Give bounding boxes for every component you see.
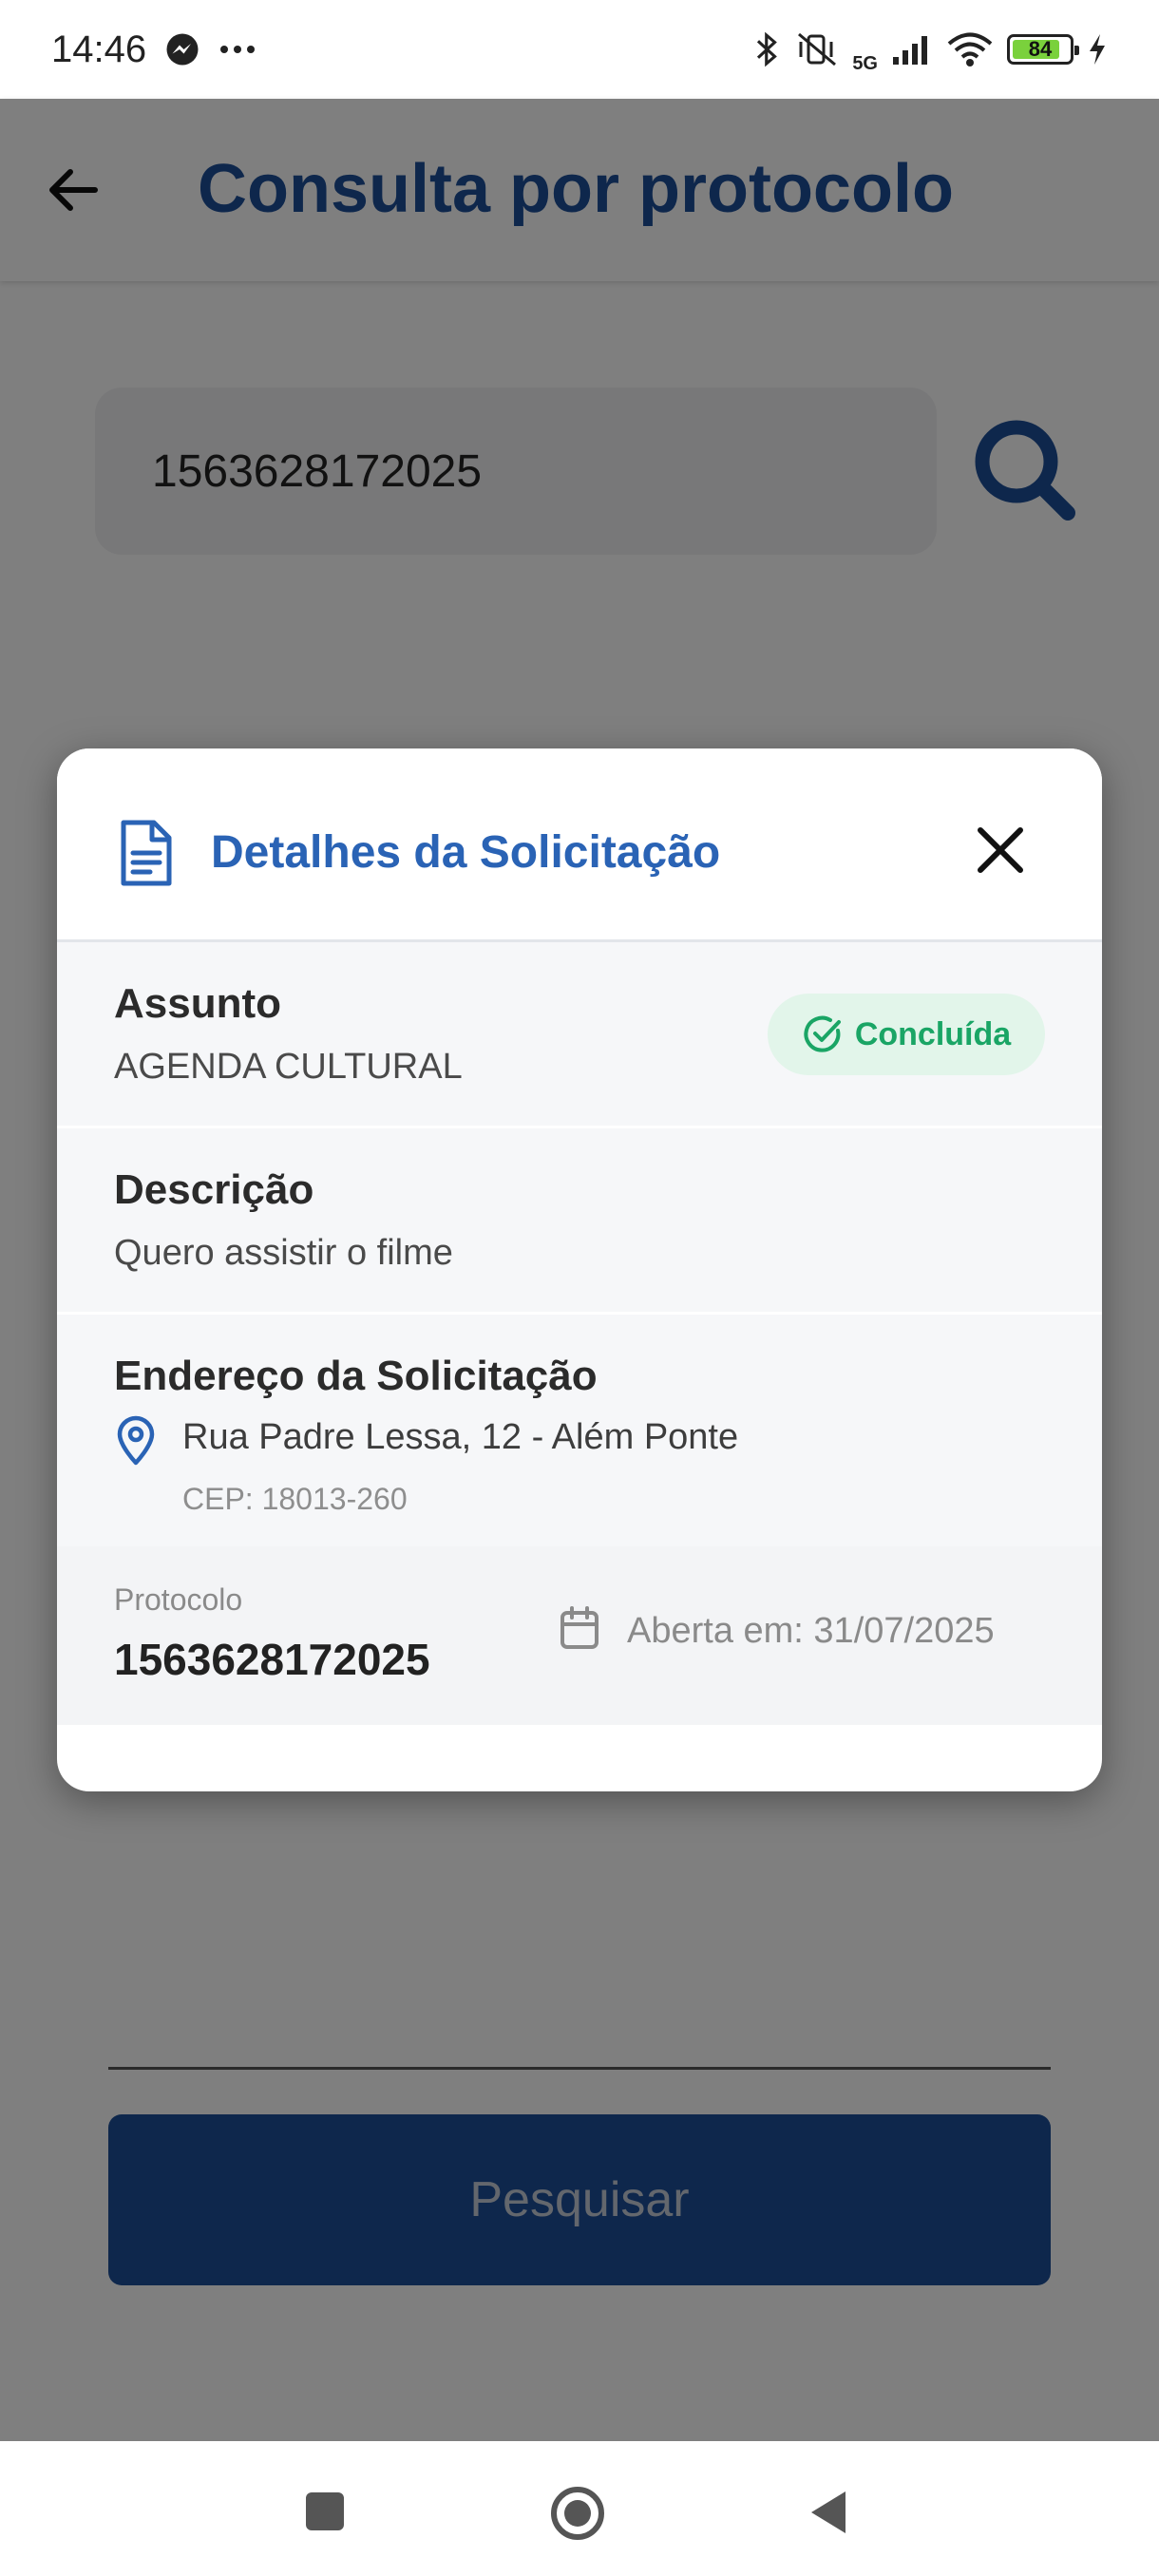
subject-value: AGENDA CULTURAL bbox=[114, 1047, 463, 1087]
status-bar: 14:46 5G 84 bbox=[0, 0, 1159, 99]
calendar-icon bbox=[560, 1606, 598, 1649]
check-circle-icon bbox=[804, 1015, 841, 1052]
description-label: Descrição bbox=[114, 1166, 314, 1213]
more-icon bbox=[220, 46, 256, 53]
vibrate-off-icon bbox=[798, 32, 837, 66]
status-left: 14:46 bbox=[51, 28, 256, 71]
address-street: Rua Padre Lessa, 12 - Além Ponte bbox=[182, 1417, 739, 1457]
navigation-bar bbox=[0, 2441, 1159, 2576]
protocol-value: 1563628172025 bbox=[114, 1635, 430, 1684]
details-modal: Detalhes da Solicitação Assunto AGENDA C… bbox=[57, 748, 1102, 1791]
home-icon[interactable] bbox=[549, 2485, 606, 2542]
description-section: Descrição Quero assistir o filme bbox=[57, 1128, 1102, 1315]
description-value: Quero assistir o filme bbox=[114, 1233, 453, 1273]
address-section: Endereço da Solicitação Rua Padre Lessa,… bbox=[57, 1315, 1102, 1546]
battery-icon: 84 bbox=[1007, 34, 1079, 65]
location-pin-icon bbox=[117, 1415, 155, 1466]
status-right: 5G 84 bbox=[753, 25, 1108, 75]
screen: 14:46 5G 84 Detalhes da Solicitação Assu… bbox=[0, 0, 1159, 2576]
recent-apps-icon[interactable] bbox=[304, 2491, 346, 2532]
close-icon[interactable] bbox=[973, 823, 1028, 878]
document-icon bbox=[121, 820, 172, 886]
subject-section: Assunto AGENDA CULTURAL Concluída bbox=[57, 942, 1102, 1128]
messenger-icon bbox=[166, 33, 199, 66]
network-label: 5G bbox=[852, 52, 878, 74]
opened-date: Aberta em: 31/07/2025 bbox=[627, 1611, 995, 1651]
status-text: Concluída bbox=[854, 1015, 1012, 1052]
wifi-icon bbox=[947, 32, 993, 66]
modal-title: Detalhes da Solicitação bbox=[211, 827, 721, 878]
status-time: 14:46 bbox=[51, 28, 147, 70]
protocol-section: Protocolo 1563628172025 Aberta em: 31/07… bbox=[57, 1546, 1102, 1725]
address-label: Endereço da Solicitação bbox=[114, 1353, 598, 1399]
subject-label: Assunto bbox=[114, 980, 281, 1027]
bluetooth-icon bbox=[757, 31, 778, 67]
charging-icon bbox=[1090, 34, 1105, 65]
protocol-label: Protocolo bbox=[114, 1582, 243, 1617]
nav-back-icon[interactable] bbox=[808, 2489, 849, 2536]
signal-icon bbox=[893, 36, 927, 65]
address-cep: CEP: 18013-260 bbox=[182, 1482, 408, 1516]
modal-header: Detalhes da Solicitação bbox=[57, 748, 1102, 942]
status-badge: Concluída bbox=[768, 994, 1045, 1075]
battery-level: 84 bbox=[1028, 37, 1053, 61]
